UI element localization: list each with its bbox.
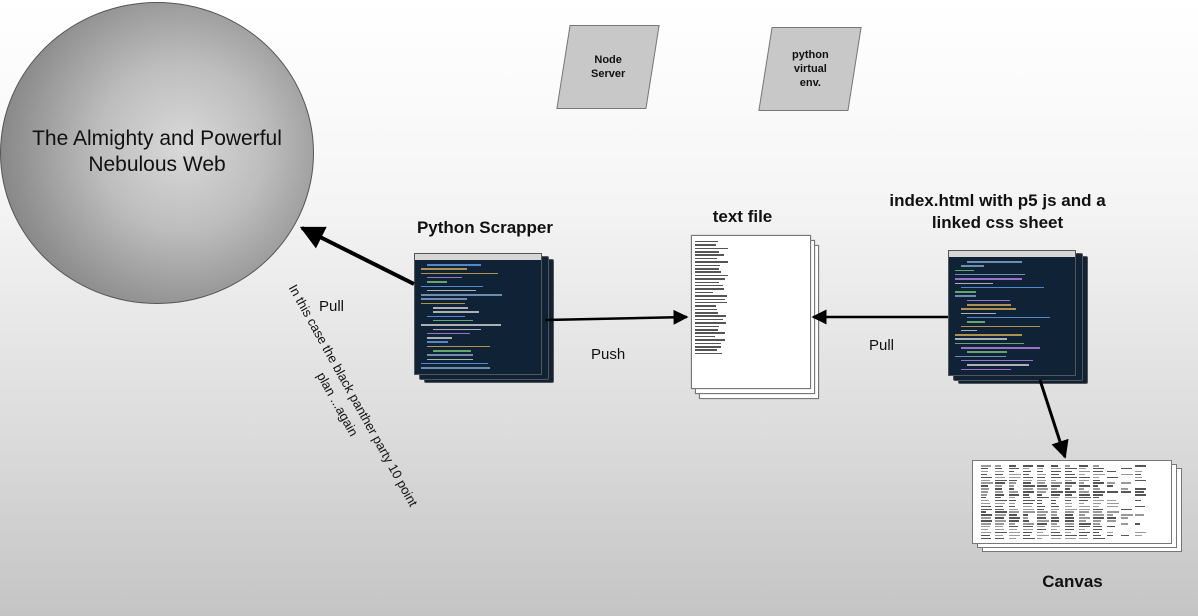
arrow-scrapper-to-textfile xyxy=(544,309,689,325)
arrow-scrapper-to-web xyxy=(299,226,415,286)
arrows-layer xyxy=(299,226,1069,459)
arrow-index-to-canvas xyxy=(1038,379,1069,459)
